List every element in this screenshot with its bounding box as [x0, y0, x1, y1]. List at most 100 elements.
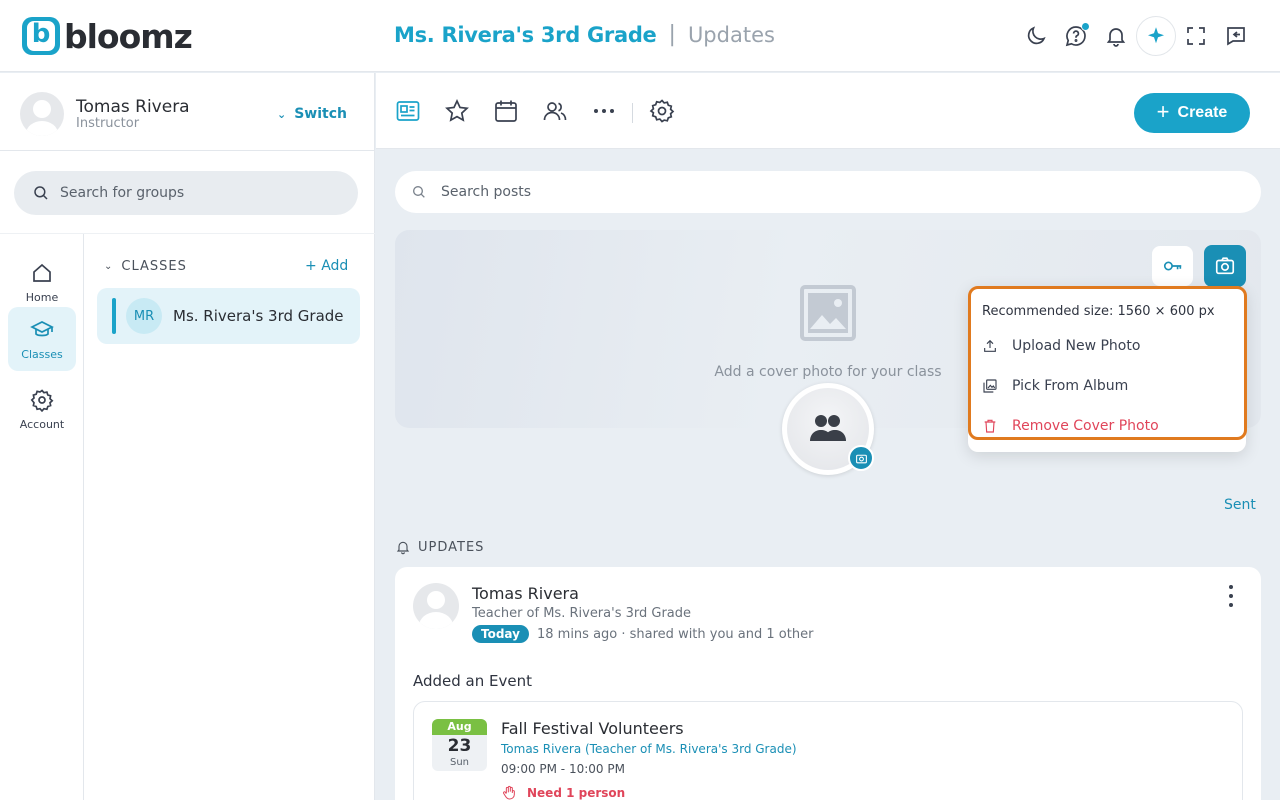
cover-photo-menu: Recommended size: 1560 × 600 px Upload N…: [968, 286, 1247, 452]
top-bar: b bloomz Ms. Rivera's 3rd Grade | Update…: [0, 0, 1280, 72]
chevron-down-icon: ⌄: [277, 107, 287, 121]
post-meta-text: 18 mins ago · shared with you and 1 othe…: [536, 626, 814, 642]
privacy-button[interactable]: [1152, 246, 1193, 286]
avatar[interactable]: [20, 92, 64, 136]
sidebar-item-account[interactable]: Account: [8, 377, 76, 441]
more-icon: [594, 109, 614, 113]
more-button[interactable]: [591, 98, 617, 124]
key-icon: [1163, 261, 1181, 271]
post-author[interactable]: Tomas Rivera: [472, 584, 579, 603]
sidebar-item-label: Classes: [21, 347, 63, 361]
help-button[interactable]: [1056, 16, 1096, 56]
post-author-role: Teacher of Ms. Rivera's 3rd Grade: [472, 606, 692, 621]
ai-assistant-button[interactable]: [1136, 16, 1176, 56]
fullscreen-icon: [1187, 27, 1205, 45]
page-title-separator: |: [668, 22, 676, 47]
switch-button[interactable]: ⌄ Switch: [277, 106, 347, 122]
bell-icon: [396, 541, 410, 555]
create-button[interactable]: + Create: [1134, 93, 1250, 133]
message-back-icon: [1227, 27, 1245, 46]
updates-header: UPDATES: [395, 539, 484, 555]
status-badge: Today: [472, 625, 529, 643]
search-posts[interactable]: [395, 171, 1261, 213]
search-icon: [413, 186, 425, 198]
remove-cover-photo-item[interactable]: Remove Cover Photo: [982, 411, 1232, 441]
graduation-cap-icon: [30, 320, 54, 336]
image-placeholder-icon: [800, 285, 856, 341]
event-title[interactable]: Fall Festival Volunteers: [501, 719, 684, 738]
sidebar-item-home[interactable]: Home: [8, 250, 76, 314]
post-meta: Today 18 mins ago · shared with you and …: [472, 625, 813, 643]
search-groups[interactable]: [14, 171, 358, 215]
event-date-badge: Aug 23 Sun: [432, 719, 487, 771]
chevron-down-icon: ⌄: [104, 261, 114, 272]
class-name: Ms. Rivera's 3rd Grade: [173, 307, 344, 325]
event-day: 23: [447, 736, 472, 756]
cover-photo-button[interactable]: [1204, 245, 1246, 287]
toolbar-divider: [632, 103, 633, 123]
pick-from-album-item[interactable]: Pick From Album: [982, 371, 1232, 401]
post-action: Added an Event: [413, 672, 532, 690]
top-icons: [1016, 16, 1256, 56]
group-icon: [810, 415, 846, 441]
dark-mode-toggle[interactable]: [1016, 16, 1056, 56]
collapse-panel-button[interactable]: [1216, 16, 1256, 56]
bloomz-logo[interactable]: b bloomz: [22, 17, 193, 56]
tab-members[interactable]: [542, 98, 568, 124]
album-icon: [983, 379, 997, 393]
event-month: Aug: [432, 719, 487, 735]
event-need: Need 1 person: [501, 785, 625, 800]
kebab-dot: [1229, 594, 1233, 598]
event-time: 09:00 PM - 10:00 PM: [501, 762, 625, 776]
class-initials-badge: MR: [126, 298, 162, 334]
settings-button[interactable]: [649, 98, 675, 124]
feed-icon: [396, 101, 420, 121]
post-options-button[interactable]: [1221, 585, 1241, 607]
camera-icon: [1215, 257, 1235, 275]
menu-item-label: Remove Cover Photo: [1012, 418, 1159, 434]
group-photo-button[interactable]: [848, 445, 874, 471]
menu-item-label: Upload New Photo: [1012, 338, 1141, 354]
sidebar-nav: Home Classes Account: [0, 234, 84, 800]
tab-calendar[interactable]: [493, 98, 519, 124]
kebab-dot: [1229, 585, 1233, 589]
kebab-dot: [1229, 603, 1233, 607]
switch-label: Switch: [294, 106, 347, 122]
notifications-button[interactable]: [1096, 16, 1136, 56]
recommended-size-hint: Recommended size: 1560 × 600 px: [982, 304, 1215, 319]
search-posts-input[interactable]: [441, 184, 1221, 200]
people-icon: [543, 102, 567, 121]
tab-feed[interactable]: [395, 98, 421, 124]
upload-new-photo-item[interactable]: Upload New Photo: [982, 331, 1232, 361]
main-toolbar: + Create: [376, 73, 1280, 149]
search-groups-input[interactable]: [60, 185, 340, 201]
user-name: Tomas Rivera: [76, 97, 190, 117]
sidebar: Tomas Rivera Instructor ⌄ Switch Home Cl…: [0, 73, 375, 800]
classes-header[interactable]: ⌄ CLASSES: [104, 259, 187, 274]
page-title-section: Updates: [687, 22, 775, 47]
plus-icon: +: [305, 258, 317, 274]
page-title-class: Ms. Rivera's 3rd Grade: [394, 22, 657, 47]
fullscreen-button[interactable]: [1176, 16, 1216, 56]
sent-link[interactable]: Sent: [1224, 497, 1256, 513]
tab-favorites[interactable]: [444, 98, 470, 124]
add-class-button[interactable]: + Add: [305, 258, 348, 274]
upload-icon: [984, 339, 996, 352]
star-icon: [445, 98, 469, 122]
create-label: Create: [1177, 104, 1228, 121]
event-host[interactable]: Tomas Rivera (Teacher of Ms. Rivera's 3r…: [501, 742, 797, 756]
moon-icon: [1027, 26, 1046, 45]
page-title: Ms. Rivera's 3rd Grade | Updates: [394, 22, 775, 47]
event-card[interactable]: Aug 23 Sun Fall Festival Volunteers Toma…: [413, 701, 1243, 800]
settings-icon: [649, 99, 675, 123]
sidebar-item-classes[interactable]: Classes: [8, 307, 76, 371]
trash-icon: [984, 419, 996, 433]
class-item[interactable]: MR Ms. Rivera's 3rd Grade: [97, 288, 360, 344]
post-card: Tomas Rivera Teacher of Ms. Rivera's 3rd…: [395, 567, 1261, 800]
home-icon: [33, 263, 51, 282]
sparkle-icon: [1147, 27, 1165, 44]
bell-icon: [1106, 28, 1126, 47]
sidebar-item-label: Home: [25, 290, 59, 304]
sidebar-item-label: Account: [19, 417, 65, 431]
avatar[interactable]: [413, 583, 459, 629]
